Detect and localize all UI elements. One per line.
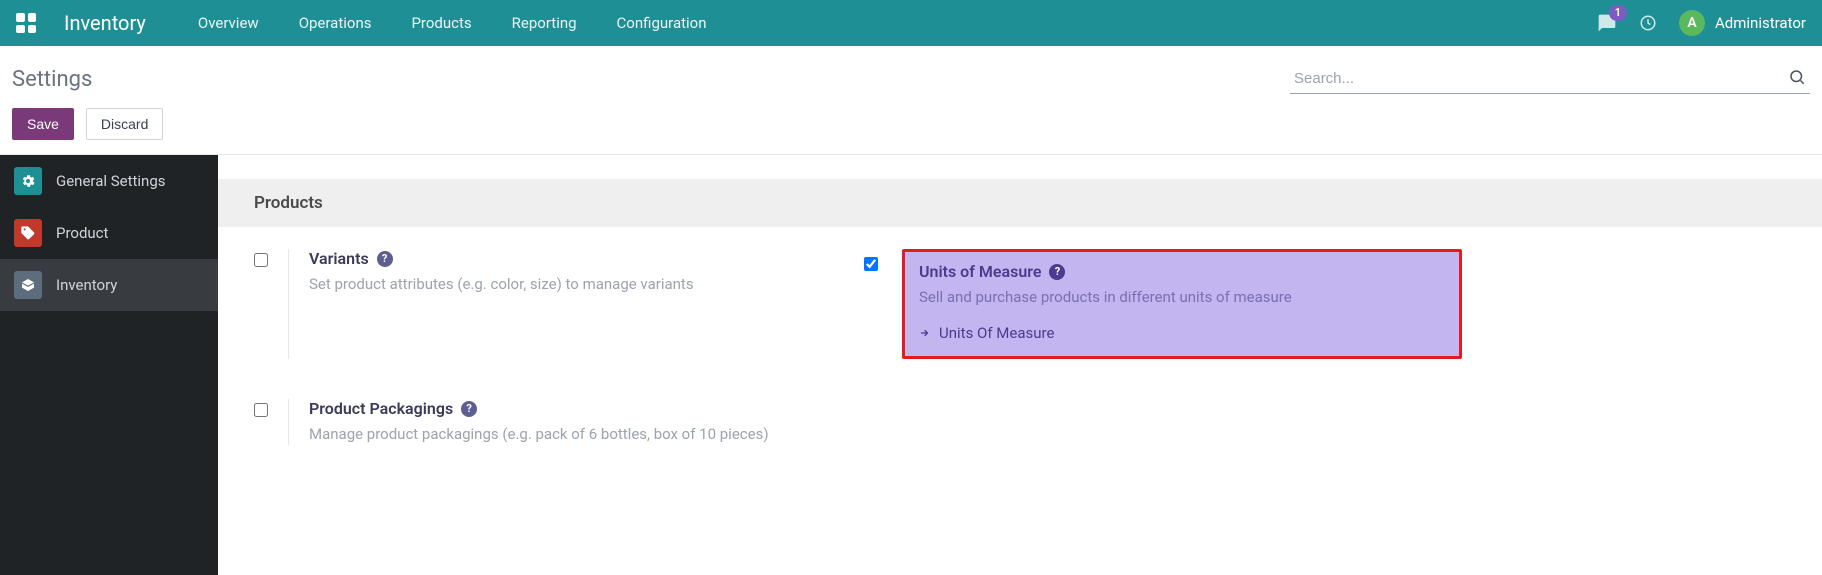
app-title[interactable]: Inventory: [64, 11, 146, 35]
nav-link-configuration[interactable]: Configuration: [617, 14, 707, 32]
top-nav: Inventory Overview Operations Products R…: [0, 0, 1822, 46]
user-menu[interactable]: A Administrator: [1679, 10, 1806, 36]
setting-uom-title-row: Units of Measure ?: [919, 262, 1445, 281]
help-icon[interactable]: ?: [461, 401, 477, 417]
setting-uom-title: Units of Measure: [919, 262, 1041, 281]
avatar: A: [1679, 10, 1705, 36]
setting-variants-title-row: Variants ?: [309, 249, 840, 268]
setting-packagings-checkbox[interactable]: [254, 403, 268, 417]
section-header-products: Products: [218, 179, 1822, 227]
nav-link-reporting[interactable]: Reporting: [512, 14, 577, 32]
body: General Settings Product Inventory Produ…: [0, 155, 1822, 575]
box-icon: [14, 271, 42, 299]
top-nav-left: Inventory Overview Operations Products R…: [16, 11, 707, 35]
nav-link-products[interactable]: Products: [411, 14, 471, 32]
nav-link-overview[interactable]: Overview: [198, 14, 259, 32]
messages-badge: 1: [1609, 5, 1627, 21]
nav-links: Overview Operations Products Reporting C…: [198, 14, 707, 32]
settings-grid: Variants ? Set product attributes (e.g. …: [218, 227, 1822, 445]
setting-uom-desc: Sell and purchase products in different …: [919, 287, 1445, 308]
nav-link-operations[interactable]: Operations: [299, 14, 372, 32]
header-row: Settings: [0, 46, 1822, 104]
messages-button[interactable]: 1: [1597, 13, 1617, 33]
setting-packagings-desc: Manage product packagings (e.g. pack of …: [309, 424, 840, 445]
main-content: Products Variants ? Set product attribut…: [218, 155, 1822, 575]
help-icon[interactable]: ?: [377, 251, 393, 267]
sidebar: General Settings Product Inventory: [0, 155, 218, 575]
setting-packagings-title: Product Packagings: [309, 399, 453, 418]
setting-uom-highlight: Units of Measure ? Sell and purchase pro…: [902, 249, 1462, 359]
user-name: Administrator: [1715, 14, 1806, 32]
setting-packagings-title-row: Product Packagings ?: [309, 399, 840, 418]
page-title: Settings: [12, 67, 92, 92]
setting-uom-link-label: Units Of Measure: [939, 324, 1054, 342]
sidebar-item-label: General Settings: [56, 172, 166, 190]
setting-uom-checkbox[interactable]: [864, 257, 878, 271]
arrow-right-icon: [919, 327, 931, 339]
apps-icon[interactable]: [16, 13, 36, 33]
setting-uom-check-wrap: [852, 249, 878, 359]
top-nav-right: 1 A Administrator: [1597, 10, 1806, 36]
sidebar-item-inventory[interactable]: Inventory: [0, 259, 218, 311]
sidebar-item-label: Product: [56, 224, 108, 242]
setting-packagings-check-wrap: [254, 399, 268, 445]
help-icon[interactable]: ?: [1049, 264, 1065, 280]
setting-packagings-body: Product Packagings ? Manage product pack…: [288, 399, 840, 445]
search-input[interactable]: [1290, 64, 1810, 94]
setting-variants-title: Variants: [309, 249, 369, 268]
action-bar: Save Discard: [0, 104, 1822, 154]
activities-icon[interactable]: [1639, 14, 1657, 32]
sidebar-item-product[interactable]: Product: [0, 207, 218, 259]
tag-icon: [14, 219, 42, 247]
sidebar-item-label: Inventory: [56, 276, 117, 294]
setting-variants-desc: Set product attributes (e.g. color, size…: [309, 274, 840, 295]
setting-variants-body: Variants ? Set product attributes (e.g. …: [288, 249, 840, 359]
setting-uom-link[interactable]: Units Of Measure: [919, 324, 1445, 342]
setting-packagings: Product Packagings ? Manage product pack…: [242, 399, 852, 445]
setting-uom-body: Units of Measure ? Sell and purchase pro…: [898, 249, 1462, 359]
setting-variants-check-wrap: [254, 249, 268, 359]
search-icon[interactable]: [1788, 68, 1806, 90]
gear-icon: [14, 167, 42, 195]
sidebar-item-general-settings[interactable]: General Settings: [0, 155, 218, 207]
discard-button[interactable]: Discard: [86, 108, 163, 140]
setting-variants: Variants ? Set product attributes (e.g. …: [242, 249, 852, 359]
save-button[interactable]: Save: [12, 108, 74, 140]
setting-variants-checkbox[interactable]: [254, 253, 268, 267]
search-wrap: [1290, 64, 1810, 94]
setting-uom: Units of Measure ? Sell and purchase pro…: [852, 249, 1462, 359]
